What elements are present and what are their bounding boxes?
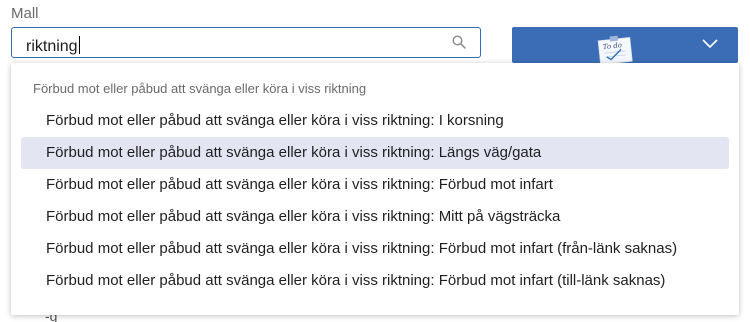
search-icon[interactable] xyxy=(452,35,466,49)
suggestion-option[interactable]: Förbud mot eller påbud att svänga eller … xyxy=(21,201,729,233)
suggestion-option[interactable]: Förbud mot eller påbud att svänga eller … xyxy=(21,265,729,297)
search-input-value: riktning xyxy=(26,38,78,55)
todo-note-icon: To do xyxy=(597,35,633,63)
template-picker: Mall riktning To do -g Förbud mot eller … xyxy=(0,0,750,322)
suggestion-option-highlighted[interactable]: Förbud mot eller påbud att svänga eller … xyxy=(21,137,729,169)
template-dropdown-button[interactable]: To do xyxy=(512,27,738,63)
search-field[interactable]: riktning xyxy=(11,27,481,58)
suggestion-option[interactable]: Förbud mot eller påbud att svänga eller … xyxy=(21,233,729,265)
search-input[interactable]: riktning xyxy=(26,36,80,56)
suggestion-dropdown: Förbud mot eller påbud att svänga eller … xyxy=(11,63,739,315)
chevron-down-icon xyxy=(702,39,718,49)
text-caret xyxy=(78,36,80,54)
group-header: Förbud mot eller påbud att svänga eller … xyxy=(33,81,367,96)
field-label: Mall xyxy=(11,5,39,22)
suggestion-option[interactable]: Förbud mot eller påbud att svänga eller … xyxy=(21,169,729,201)
suggestion-option[interactable]: Förbud mot eller påbud att svänga eller … xyxy=(21,105,729,137)
